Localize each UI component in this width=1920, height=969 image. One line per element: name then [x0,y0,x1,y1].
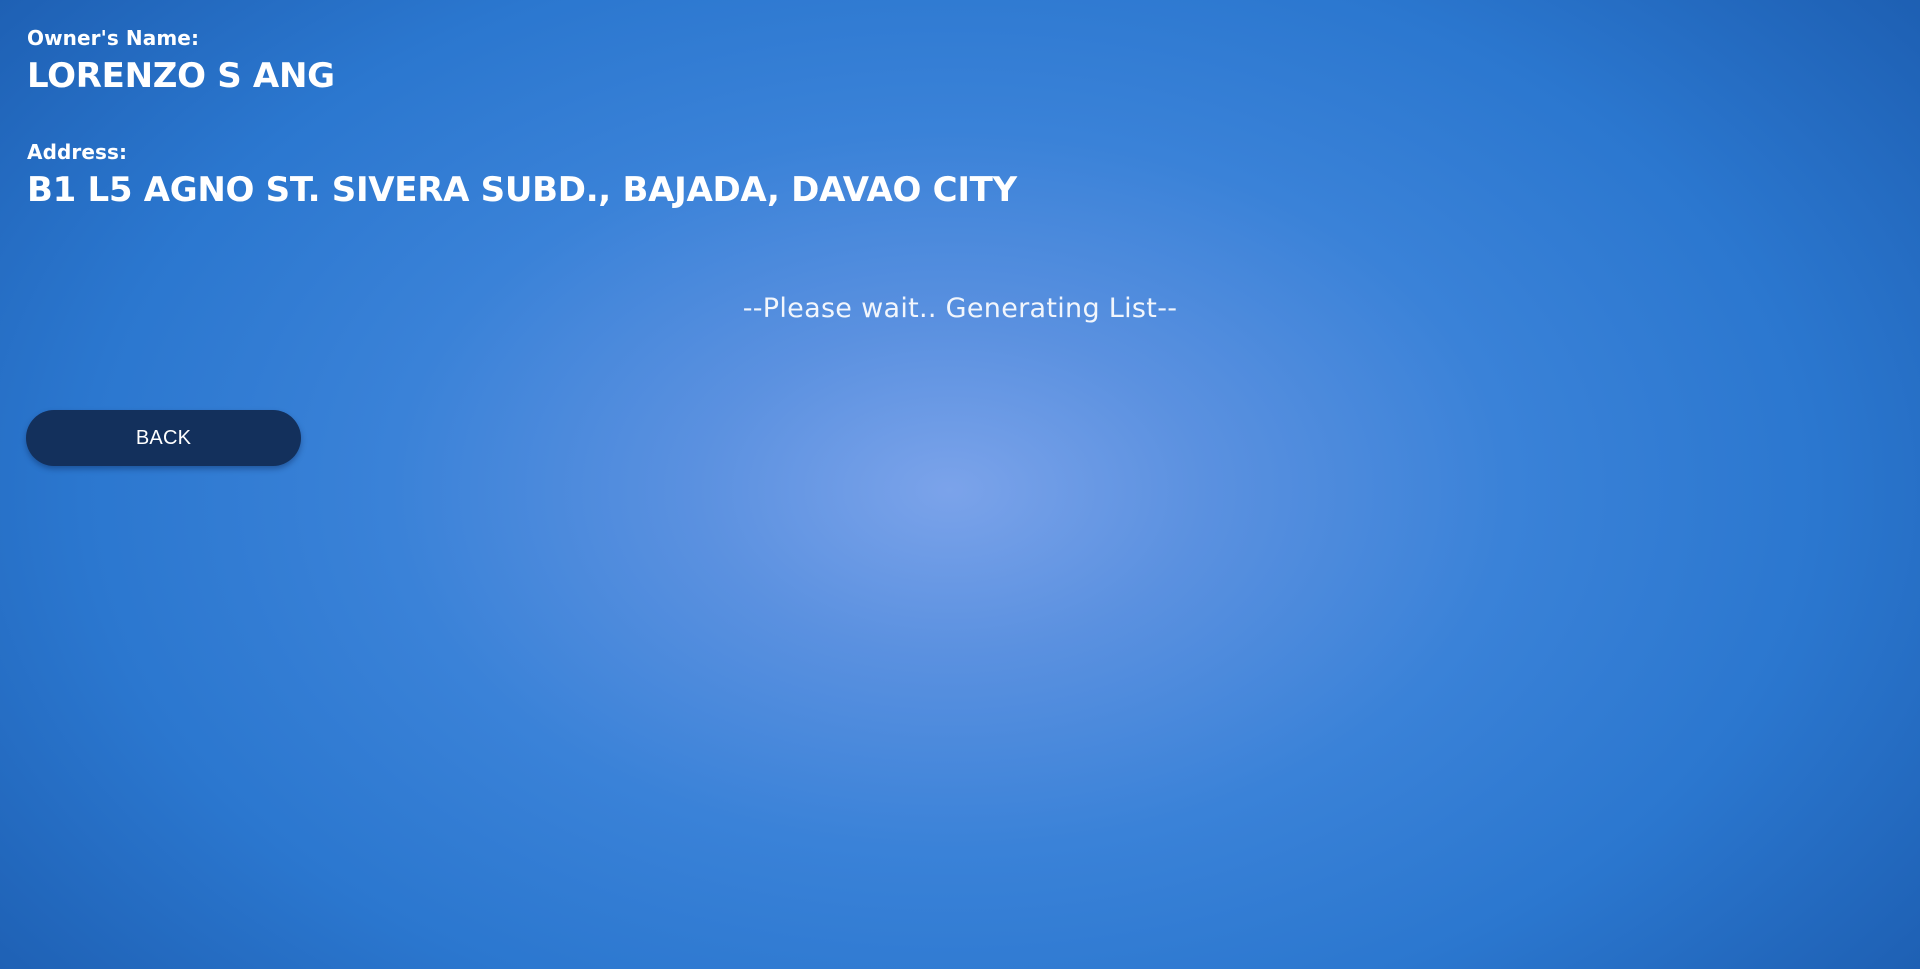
back-button[interactable]: BACK [26,410,301,466]
address-value: B1 L5 AGNO ST. SIVERA SUBD., BAJADA, DAV… [27,170,1017,210]
owner-name-value: LORENZO S ANG [27,56,335,96]
address-label: Address: [27,140,128,164]
loading-status-message: --Please wait.. Generating List-- [742,293,1178,324]
address-section: Address: B1 L5 AGNO ST. SIVERA SUBD., BA… [27,139,1017,212]
owner-name-label: Owner's Name: [27,26,200,50]
owner-section: Owner's Name: LORENZO S ANG [27,25,335,98]
